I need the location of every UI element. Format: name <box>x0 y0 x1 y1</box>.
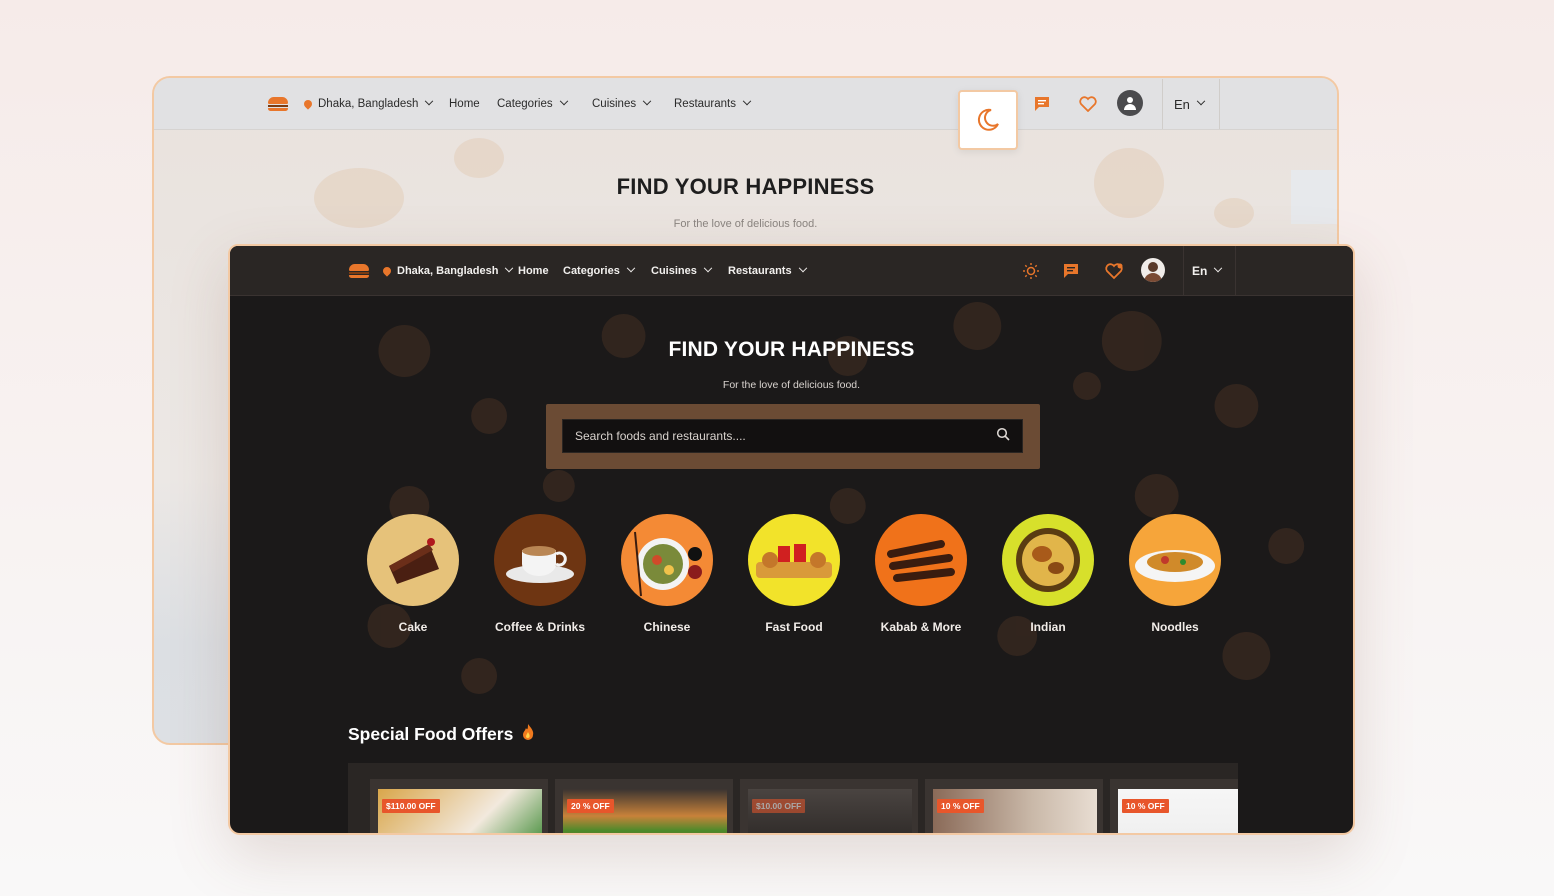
category-label: Kabab & More <box>880 620 962 634</box>
offer-card[interactable]: $110.00 OFF <box>370 779 548 833</box>
offer-card[interactable]: $10.00 OFF <box>740 779 918 833</box>
location-label: Dhaka, Bangladesh <box>397 265 499 277</box>
nav-home[interactable]: Home <box>518 246 549 296</box>
hero-title: FIND YOUR HAPPINESS <box>616 174 875 199</box>
nav-home-label: Home <box>518 265 549 277</box>
category-label: Chinese <box>643 620 691 634</box>
location-selector[interactable]: Dhaka, Bangladesh <box>302 78 434 130</box>
offer-card[interactable]: 10 % OFF <box>1110 779 1238 833</box>
category-label: Coffee & Drinks <box>494 620 586 634</box>
category-kabab[interactable]: Kabab & More <box>866 514 976 634</box>
dark-mode-toggle[interactable] <box>958 90 1018 150</box>
discount-badge: $10.00 OFF <box>752 799 806 813</box>
location-label: Dhaka, Bangladesh <box>318 98 419 110</box>
indian-image <box>1002 514 1094 606</box>
moon-icon <box>977 108 999 131</box>
heart-icon[interactable] <box>1102 259 1126 283</box>
nav-categories[interactable]: Categories <box>497 78 568 130</box>
language-label: En <box>1174 96 1190 112</box>
discount-badge: 20 % OFF <box>567 799 614 813</box>
language-selector[interactable]: En <box>1174 78 1206 130</box>
chat-icon[interactable] <box>1030 92 1054 116</box>
cake-image <box>367 514 459 606</box>
discount-badge: 10 % OFF <box>937 799 984 813</box>
nav-cuisines[interactable]: Cuisines <box>592 78 652 130</box>
burger-logo-icon[interactable] <box>268 97 288 111</box>
chevron-down-icon <box>559 96 568 106</box>
offer-card[interactable]: 10 % OFF <box>925 779 1103 833</box>
search-frame <box>546 404 1040 469</box>
nav-cuisines-label: Cuisines <box>592 98 637 110</box>
nav-categories-label: Categories <box>563 265 620 277</box>
offers-title-text: Special Food Offers <box>348 724 514 744</box>
offer-card[interactable]: 20 % OFF <box>555 779 733 833</box>
category-label: Cake <box>398 620 428 634</box>
nav-cuisines[interactable]: Cuisines <box>651 246 713 296</box>
category-label: Noodles <box>1151 620 1199 634</box>
location-pin-icon <box>302 98 314 110</box>
location-pin-icon <box>381 265 393 277</box>
nav-cuisines-label: Cuisines <box>651 265 697 277</box>
location-selector[interactable]: Dhaka, Bangladesh <box>381 246 514 296</box>
coffee-image <box>494 514 586 606</box>
chevron-down-icon <box>505 263 514 273</box>
discount-badge: 10 % OFF <box>1122 799 1169 813</box>
offers-carousel: $110.00 OFF 20 % OFF $10.00 OFF 10 % OFF… <box>348 763 1238 833</box>
chevron-down-icon <box>703 263 713 273</box>
fast-food-image <box>748 514 840 606</box>
category-indian[interactable]: Indian <box>993 514 1103 634</box>
section-title: Special Food Offers <box>348 723 535 746</box>
search-input[interactable] <box>575 429 996 443</box>
heart-icon[interactable] <box>1076 92 1100 116</box>
search-bar <box>562 419 1023 453</box>
food-doodle <box>454 138 504 178</box>
divider <box>1235 246 1236 296</box>
search-icon[interactable] <box>996 427 1010 446</box>
hero-subtitle: For the love of delicious food. <box>722 379 861 391</box>
nav-restaurants[interactable]: Restaurants <box>674 78 752 130</box>
category-chinese[interactable]: Chinese <box>612 514 722 634</box>
chinese-image <box>621 514 713 606</box>
chevron-down-icon <box>1196 96 1206 106</box>
nav-restaurants[interactable]: Restaurants <box>728 246 807 296</box>
nav-restaurants-label: Restaurants <box>674 98 737 110</box>
user-avatar[interactable] <box>1141 258 1165 282</box>
chevron-down-icon <box>425 96 434 106</box>
light-navbar: Dhaka, Bangladesh Home Categories Cuisin… <box>154 78 1337 130</box>
hero-subtitle: For the love of delicious food. <box>673 218 818 230</box>
chevron-down-icon <box>626 263 636 273</box>
category-coffee-drinks[interactable]: Coffee & Drinks <box>485 514 595 634</box>
category-fast-food[interactable]: Fast Food <box>739 514 849 634</box>
category-cake[interactable]: Cake <box>358 514 468 634</box>
discount-badge: $110.00 OFF <box>382 799 440 813</box>
kabab-image <box>875 514 967 606</box>
nav-home[interactable]: Home <box>449 78 480 130</box>
side-panel <box>1291 170 1337 224</box>
chevron-down-icon <box>1214 263 1223 273</box>
dark-mode-window: Dhaka, Bangladesh Home Categories Cuisin… <box>228 244 1355 835</box>
noodles-image <box>1129 514 1221 606</box>
nav-categories-label: Categories <box>497 98 553 110</box>
nav-home-label: Home <box>449 98 480 110</box>
burger-logo-icon[interactable] <box>349 264 369 278</box>
nav-categories[interactable]: Categories <box>563 246 636 296</box>
language-label: En <box>1192 264 1208 278</box>
user-avatar-icon[interactable] <box>1117 90 1143 116</box>
chevron-down-icon <box>642 96 652 106</box>
fire-icon <box>521 723 535 746</box>
sun-icon[interactable] <box>1019 259 1043 283</box>
category-noodles[interactable]: Noodles <box>1120 514 1230 634</box>
nav-restaurants-label: Restaurants <box>728 265 792 277</box>
chat-icon[interactable] <box>1059 259 1083 283</box>
dark-navbar: Dhaka, Bangladesh Home Categories Cuisin… <box>230 246 1353 296</box>
divider <box>1183 246 1184 296</box>
language-selector[interactable]: En <box>1192 246 1223 296</box>
divider <box>1162 79 1163 129</box>
category-label: Fast Food <box>765 620 823 634</box>
hero-title: FIND YOUR HAPPINESS <box>668 338 915 361</box>
chevron-down-icon <box>798 263 807 273</box>
chevron-down-icon <box>742 96 752 106</box>
category-label: Indian <box>1030 620 1066 634</box>
divider <box>1219 79 1220 129</box>
